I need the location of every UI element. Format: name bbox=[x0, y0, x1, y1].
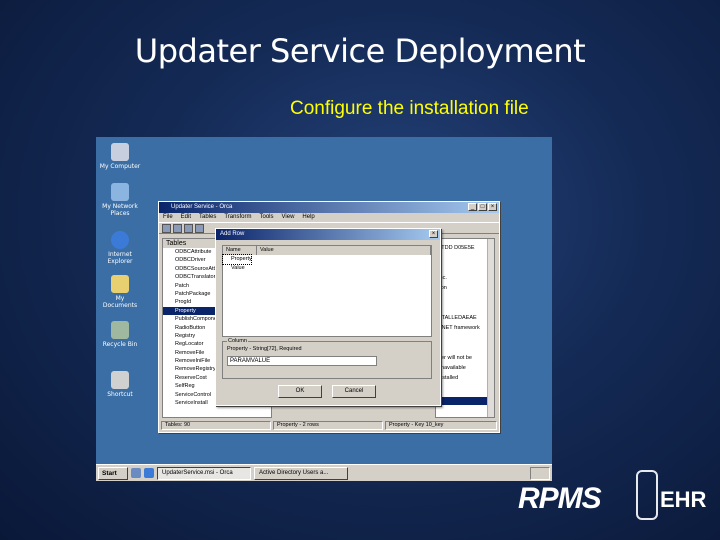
menu-bar: File Edit Tables Transform Tools View He… bbox=[159, 213, 499, 222]
folder-icon bbox=[111, 275, 129, 293]
cell-value[interactable]: STALLEDAEAE bbox=[438, 315, 477, 321]
desktop-icon-shortcut[interactable]: Shortcut bbox=[98, 371, 142, 398]
start-button[interactable]: Start bbox=[98, 466, 128, 480]
desktop-icon-my-documents[interactable]: My Documents bbox=[98, 275, 142, 309]
vertical-scrollbar[interactable] bbox=[487, 239, 494, 417]
cell-value[interactable]: unavailable bbox=[438, 365, 466, 371]
dialog-titlebar[interactable]: Add Row × bbox=[216, 229, 440, 240]
network-icon bbox=[111, 183, 129, 201]
slide-subtitle: Configure the installation file bbox=[290, 98, 529, 119]
menu-tools[interactable]: Tools bbox=[259, 213, 273, 222]
property-value-input[interactable]: PARAMVALUE bbox=[227, 356, 377, 366]
menu-help[interactable]: Help bbox=[302, 213, 314, 222]
desktop-screenshot: My Computer My Network Places Internet E… bbox=[96, 137, 552, 481]
open-icon[interactable] bbox=[173, 224, 182, 233]
save-icon[interactable] bbox=[184, 224, 193, 233]
ie-icon bbox=[111, 231, 129, 249]
selected-row[interactable] bbox=[436, 397, 488, 405]
cell-value[interactable]: installed bbox=[438, 375, 458, 381]
taskbar-item-active-directory[interactable]: Active Directory Users a... bbox=[254, 466, 348, 480]
logo-brand: RPMS bbox=[518, 482, 602, 515]
status-column-info: Property - Key 10_key bbox=[385, 421, 497, 430]
ok-button[interactable]: OK bbox=[278, 385, 322, 398]
minimize-button[interactable]: _ bbox=[468, 203, 477, 211]
status-bar: Tables: 90 Property - 2 rows Property - … bbox=[161, 421, 497, 430]
column-header-name[interactable]: Name bbox=[223, 246, 257, 255]
quick-launch-ie-icon[interactable] bbox=[144, 468, 154, 478]
list-item[interactable]: Property bbox=[222, 254, 252, 265]
menu-edit[interactable]: Edit bbox=[181, 213, 191, 222]
desktop-icon-my-computer[interactable]: My Computer bbox=[98, 143, 142, 170]
recycle-bin-icon bbox=[111, 321, 129, 339]
column-group: Column Property - String[72], Required P… bbox=[222, 338, 432, 379]
logo-graphic-icon bbox=[636, 470, 658, 520]
cancel-button[interactable]: Cancel bbox=[332, 385, 376, 398]
menu-file[interactable]: File bbox=[163, 213, 173, 222]
computer-icon bbox=[111, 143, 129, 161]
orca-titlebar[interactable]: Updater Service - Orca _ □ × bbox=[159, 202, 499, 213]
taskbar-item-orca[interactable]: UpdaterService.msi - Orca bbox=[157, 466, 251, 480]
orca-window: Updater Service - Orca _ □ × File Edit T… bbox=[158, 201, 500, 433]
logo-suffix: EHR bbox=[660, 487, 707, 512]
dialog-close-button[interactable]: × bbox=[429, 230, 438, 238]
cut-icon[interactable] bbox=[195, 224, 204, 233]
list-header: Name Value bbox=[223, 246, 431, 255]
menu-view[interactable]: View bbox=[282, 213, 295, 222]
menu-transform[interactable]: Transform bbox=[224, 213, 251, 222]
status-row-count: Property - 2 rows bbox=[273, 421, 383, 430]
close-button[interactable]: × bbox=[488, 203, 497, 211]
quick-launch-desktop-icon[interactable] bbox=[131, 468, 141, 478]
rows-pane[interactable]: ATDD D05E5E Inc. tion STALLEDAEAE ANET f… bbox=[435, 238, 495, 418]
desktop-icon-internet-explorer[interactable]: Internet Explorer bbox=[98, 231, 142, 265]
column-group-label: Column bbox=[227, 338, 248, 344]
maximize-button[interactable]: □ bbox=[478, 203, 487, 211]
slide-title: Updater Service Deployment bbox=[134, 32, 586, 70]
list-item[interactable]: Value bbox=[223, 264, 431, 273]
add-row-columns-list[interactable]: Name Value Property Value bbox=[222, 245, 432, 337]
column-header-value[interactable]: Value bbox=[257, 246, 431, 255]
property-type-label: Property - String[72], Required bbox=[227, 346, 302, 352]
status-tables-count: Tables: 90 bbox=[161, 421, 271, 430]
cell-value[interactable]: ber will not be bbox=[438, 355, 472, 361]
menu-tables[interactable]: Tables bbox=[199, 213, 216, 222]
taskbar: Start UpdaterService.msi - Orca Active D… bbox=[96, 464, 552, 481]
desktop-icon-network[interactable]: My Network Places bbox=[98, 183, 142, 217]
new-icon[interactable] bbox=[162, 224, 171, 233]
shortcut-icon bbox=[111, 371, 129, 389]
desktop-icon-recycle-bin[interactable]: Recycle Bin bbox=[98, 321, 142, 348]
cell-value[interactable]: ANET framework bbox=[438, 325, 480, 331]
add-row-dialog: Add Row × Name Value Property Value Colu… bbox=[215, 228, 441, 406]
cell-value[interactable]: ATDD D05E5E bbox=[438, 245, 475, 251]
rpms-ehr-logo: RPMS EHR bbox=[518, 470, 718, 530]
